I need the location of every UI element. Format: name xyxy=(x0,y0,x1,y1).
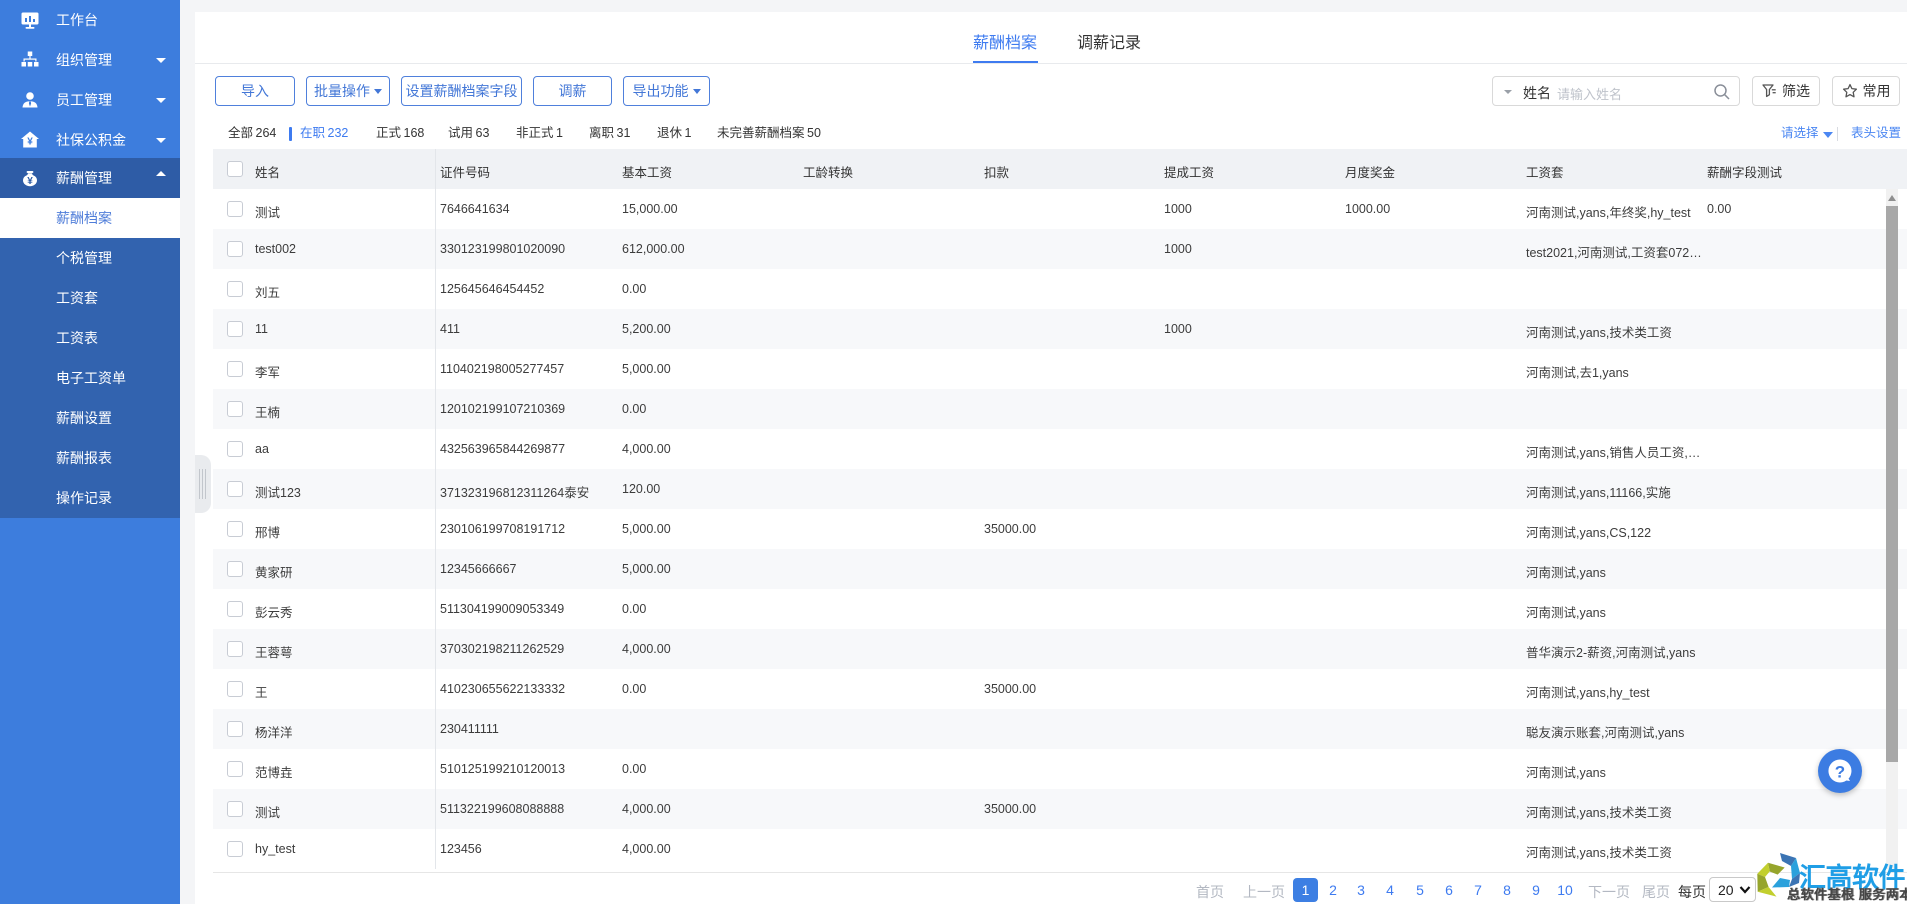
svg-text:?: ? xyxy=(1835,763,1845,782)
svg-text:¥: ¥ xyxy=(27,137,33,148)
svg-text:¥: ¥ xyxy=(27,176,33,187)
